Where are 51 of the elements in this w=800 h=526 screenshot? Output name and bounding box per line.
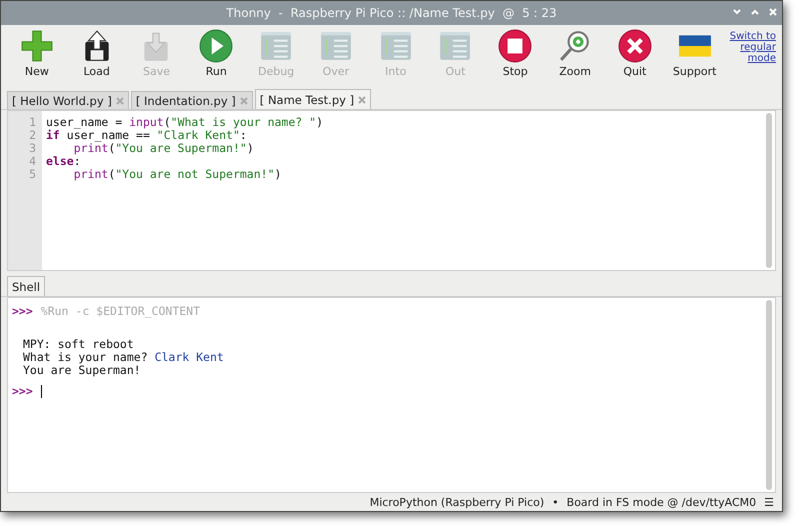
editor-tab[interactable]: [ Indentation.py ] (130, 91, 253, 110)
plus-icon (20, 28, 54, 63)
editor-tab[interactable]: [ Name Test.py ] (254, 89, 372, 110)
code-line: user_name = input("What is your name? ") (46, 116, 324, 130)
toolbar-button[interactable]: Quit (604, 28, 665, 78)
toolbar-button[interactable]: Load (66, 28, 127, 78)
code-line: print("You are Superman!") (74, 142, 255, 156)
window-title: Thonny - Raspberry Pi Pico :: /Name Test.py @ 5 : 23 (226, 6, 557, 20)
shell-output: You are Superman! (23, 363, 141, 378)
toolbar-button[interactable]: Support (664, 28, 725, 78)
close-icon[interactable] (358, 96, 366, 104)
shell-output: MPY: soft reboot (23, 337, 134, 352)
line-number: 2 (28, 129, 37, 142)
line-number: 5 (28, 168, 37, 182)
stop-icon (498, 28, 532, 63)
shell-output: What is your name? (23, 350, 149, 364)
quit-icon (618, 28, 652, 63)
answer-text: Clark Kent (154, 350, 224, 364)
line-number: 3 (28, 142, 37, 156)
code-line: print("You are not Superman!") (72, 168, 282, 182)
maximize-icon[interactable] (750, 7, 760, 17)
shell-command: %Run -c $EDITOR_CONTENT (40, 304, 200, 318)
code-editor[interactable]: 1 2 3 4 5 user_name = input("What is your name? ") if user_name == "Clark Kent": print("You are Superman!") else: print("You are not Superman!") (7, 110, 776, 272)
port-status[interactable]: Board in FS mode @ /dev/ttyACM0 (566, 496, 756, 509)
editor-tab[interactable]: [ Hello World.py ] (7, 91, 129, 110)
line-number: 4 (28, 155, 37, 168)
code-line: if user_name == "Clark Kent": (46, 129, 247, 142)
toolbar-button[interactable]: Zoom (545, 28, 605, 78)
close-icon[interactable] (116, 96, 124, 105)
toolbar-button[interactable]: Run (186, 28, 246, 78)
shell-panel[interactable]: >>> %Run -c $EDITOR_CONTENT MPY: soft reboot What is your name? Clark Kent You are Superman! >>> (7, 297, 776, 494)
interpreter-status[interactable]: MicroPython (Raspberry Pi Pico) (370, 496, 544, 509)
shell-prompt: >>> (12, 304, 33, 318)
text-cursor (40, 385, 42, 398)
tab-label: [ Indentation.py ] (136, 94, 236, 108)
shell-prompt: >>> (12, 385, 33, 398)
toolbar-button[interactable]: New (7, 28, 67, 78)
minimize-icon[interactable] (732, 7, 742, 17)
menu-icon[interactable]: ☰ (764, 496, 774, 509)
scrollbar[interactable] (766, 113, 772, 268)
toolbar-button[interactable]: Stop (485, 28, 546, 78)
tab-label: [ Hello World.py ] (12, 94, 112, 108)
line-number: 1 (28, 116, 37, 130)
tab-label: [ Name Test.py ] (260, 92, 354, 107)
scrollbar[interactable] (766, 300, 772, 490)
close-icon[interactable] (240, 96, 248, 105)
separator-dot: • (552, 496, 559, 509)
run-icon (199, 28, 234, 63)
code-line: else: (46, 155, 81, 168)
mode-link[interactable]: Switch to regular mode (724, 30, 776, 64)
shell-tab[interactable]: Shell (7, 276, 46, 296)
